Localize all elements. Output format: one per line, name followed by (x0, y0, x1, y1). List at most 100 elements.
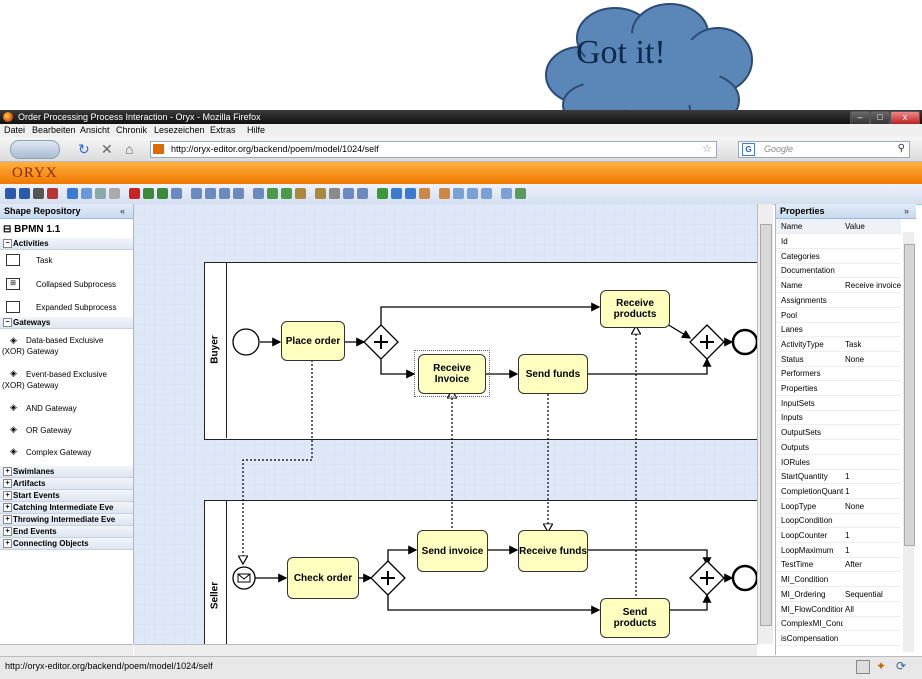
minimize-button[interactable]: – (850, 111, 870, 125)
menu-lesezeichen[interactable]: Lesezeichen (154, 125, 205, 135)
toolbar-button-24[interactable] (357, 188, 368, 199)
task-send-products[interactable]: Send products (600, 598, 670, 638)
menu-datei[interactable]: Datei (4, 125, 25, 135)
home-icon[interactable]: ⌂ (125, 141, 133, 157)
toolbar-button-22[interactable] (329, 188, 340, 199)
shape-data-xor-gateway[interactable]: Data-based Exclusive (26, 336, 103, 345)
toolbar-button-13[interactable] (191, 188, 202, 199)
task-send-funds[interactable]: Send funds (518, 354, 588, 394)
property-row[interactable]: MI_Condition (776, 572, 901, 588)
property-row[interactable]: CompletionQuanti 1 (776, 484, 901, 499)
toolbar-button-16[interactable] (233, 188, 244, 199)
property-row[interactable]: InputSets (776, 396, 901, 411)
toolbar-button-5[interactable] (67, 188, 78, 199)
toolbar-button-23[interactable] (343, 188, 354, 199)
property-row[interactable]: Performers (776, 366, 901, 382)
property-row[interactable]: Inputs (776, 410, 901, 426)
task-receive-funds[interactable]: Receive funds (518, 530, 588, 572)
url-bar[interactable]: http://oryx-editor.org/backend/poem/mode… (150, 141, 717, 158)
task-receive-products[interactable]: Receive products (600, 290, 670, 328)
toolbar-button-11[interactable] (157, 188, 168, 199)
diagram-canvas[interactable]: Buyer Seller Place order Receive Invoice… (134, 204, 757, 644)
toolbar-button-34[interactable] (515, 188, 526, 199)
stencil-set-title[interactable]: ⊟ BPMN 1.1 (3, 224, 60, 235)
toolbar-button-6[interactable] (81, 188, 92, 199)
shape-event-xor-gateway[interactable]: Event-based Exclusive (26, 370, 107, 379)
section-artifacts[interactable]: + Artifacts (0, 478, 133, 490)
property-row[interactable]: ComplexMI_Cond (776, 616, 901, 632)
bookmark-star-icon[interactable]: ☆ (702, 142, 712, 155)
property-row[interactable]: Properties (776, 381, 901, 396)
status-sync-icon[interactable]: ⟳ (896, 659, 906, 673)
shape-complex-gateway[interactable]: Complex Gateway (26, 448, 91, 457)
toolbar-button-2[interactable] (19, 188, 30, 199)
search-icon[interactable]: ⚲ (898, 143, 905, 154)
section-catching-events[interactable]: + Catching Intermediate Eve (0, 502, 133, 514)
back-forward-button[interactable] (10, 140, 60, 159)
property-row[interactable]: MI_Ordering Sequential (776, 587, 901, 602)
toolbar-button-30[interactable] (453, 188, 464, 199)
task-check-order[interactable]: Check order (287, 557, 359, 599)
property-row[interactable]: LoopType None (776, 499, 901, 514)
toolbar-button-33[interactable] (501, 188, 512, 199)
property-row[interactable]: Outputs (776, 440, 901, 455)
toolbar-button-21[interactable] (315, 188, 326, 199)
property-row[interactable]: OutputSets (776, 425, 901, 441)
property-row[interactable]: Categories (776, 249, 901, 264)
toolbar-button-26[interactable] (391, 188, 402, 199)
toolbar-button-29[interactable] (439, 188, 450, 199)
repository-horizontal-scrollbar[interactable] (0, 644, 133, 656)
toolbar-button-3[interactable] (33, 188, 44, 199)
task-receive-invoice[interactable]: Receive Invoice (418, 354, 486, 394)
shape-or-gateway[interactable]: OR Gateway (26, 426, 72, 435)
property-row[interactable]: isCompensation (776, 631, 901, 646)
menu-ansicht[interactable]: Ansicht (80, 125, 110, 135)
property-row[interactable]: Documentation (776, 263, 901, 279)
toolbar-button-9[interactable] (129, 188, 140, 199)
property-row[interactable]: LoopCondition (776, 513, 901, 529)
property-row[interactable]: ActivityType Task (776, 337, 901, 352)
toolbar-button-27[interactable] (405, 188, 416, 199)
toolbar-button-1[interactable] (5, 188, 16, 199)
maximize-button[interactable]: □ (870, 111, 890, 125)
menu-hilfe[interactable]: Hilfe (247, 125, 265, 135)
canvas-scroll-thumb[interactable] (760, 224, 772, 626)
property-row[interactable]: LoopCounter 1 (776, 528, 901, 543)
collapse-right-icon[interactable]: » (904, 206, 909, 216)
status-addon-icon[interactable] (856, 660, 870, 674)
toolbar-button-20[interactable] (295, 188, 306, 199)
toolbar-button-18[interactable] (267, 188, 278, 199)
toolbar-button-4[interactable] (47, 188, 58, 199)
section-activities[interactable]: − Activities (0, 238, 133, 250)
toolbar-button-12[interactable] (171, 188, 182, 199)
toolbar-button-7[interactable] (95, 188, 106, 199)
shape-expanded-subprocess[interactable]: Expanded Subprocess (36, 303, 117, 312)
toolbar-button-14[interactable] (205, 188, 216, 199)
section-connecting-objects[interactable]: + Connecting Objects (0, 538, 133, 550)
search-engine-icon[interactable]: G (742, 143, 755, 156)
search-bar[interactable]: G Google ⚲ (738, 141, 910, 158)
toolbar-button-25[interactable] (377, 188, 388, 199)
property-row[interactable]: Id (776, 234, 901, 249)
toolbar-button-15[interactable] (219, 188, 230, 199)
toolbar-button-28[interactable] (419, 188, 430, 199)
section-end-events[interactable]: + End Events (0, 526, 133, 538)
task-send-invoice[interactable]: Send invoice (417, 530, 488, 572)
toolbar-button-19[interactable] (281, 188, 292, 199)
toolbar-button-17[interactable] (253, 188, 264, 199)
properties-scroll-thumb[interactable] (904, 244, 915, 546)
property-row[interactable]: StartQuantity 1 (776, 469, 901, 485)
section-start-events[interactable]: + Start Events (0, 490, 133, 502)
toolbar-button-31[interactable] (467, 188, 478, 199)
window-titlebar[interactable]: Order Processing Process Interaction - O… (0, 110, 922, 125)
shape-task[interactable]: Task (36, 256, 52, 265)
section-gateways[interactable]: − Gateways (0, 317, 133, 329)
stop-icon[interactable]: ✕ (101, 141, 113, 158)
toolbar-button-32[interactable] (481, 188, 492, 199)
canvas-horizontal-scrollbar[interactable] (134, 644, 757, 656)
property-row[interactable]: MI_FlowCondition All (776, 602, 901, 617)
collapse-left-icon[interactable]: « (120, 206, 125, 216)
canvas-vertical-scrollbar[interactable] (757, 204, 773, 644)
status-tool-icon[interactable]: ✦ (876, 659, 886, 673)
property-row[interactable]: Pool (776, 308, 901, 323)
